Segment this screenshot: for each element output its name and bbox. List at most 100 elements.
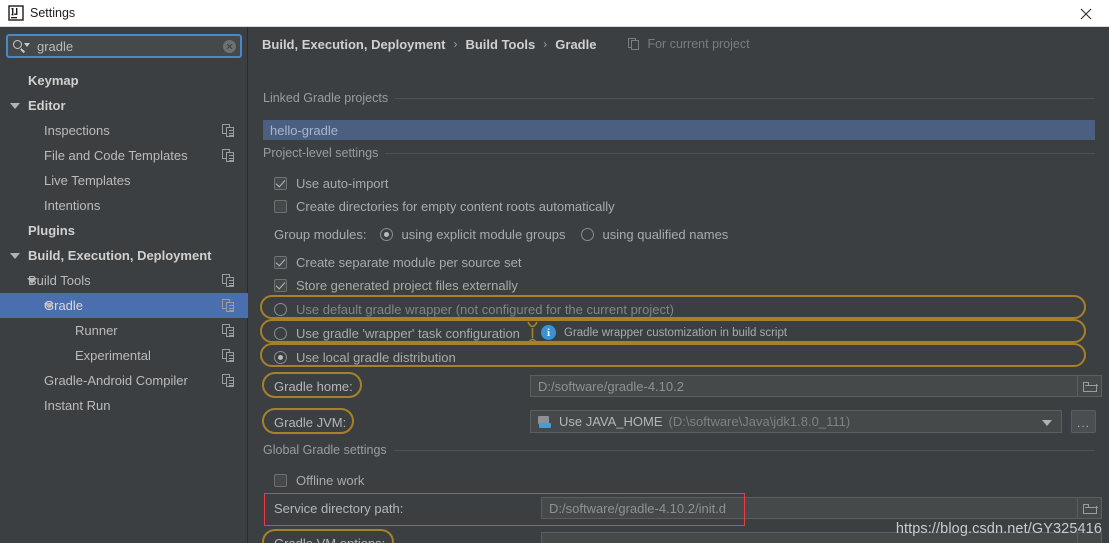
sidebar-item-file-and-code-templates[interactable]: File and Code Templates <box>0 143 248 168</box>
copy-icon <box>222 299 235 312</box>
clear-icon[interactable] <box>218 35 240 57</box>
radio-explicit-module-groups[interactable] <box>379 228 393 241</box>
sidebar-item-gradle-android-compiler[interactable]: Gradle-Android Compiler <box>0 368 248 393</box>
search-field[interactable] <box>6 34 242 58</box>
sidebar-item-live-templates[interactable]: Live Templates <box>0 168 248 193</box>
radio-label: using explicit module groups <box>401 227 566 242</box>
checkbox-box[interactable] <box>274 177 287 190</box>
sidebar-item-build-tools[interactable]: Build Tools <box>0 268 248 293</box>
gradle-jvm-more-button[interactable]: ... <box>1071 410 1096 433</box>
breadcrumb-part-1[interactable]: Build Tools <box>465 37 535 52</box>
sidebar-item-gradle[interactable]: Gradle <box>0 293 248 318</box>
settings-content: Build, Execution, Deployment › Build Too… <box>249 27 1109 543</box>
gradle-jvm-value: Use JAVA_HOME <box>559 414 663 429</box>
checkbox-label: Store generated project files externally <box>296 278 518 293</box>
section-divider <box>393 98 1095 99</box>
group-modules-row: Group modules: using explicit module gro… <box>274 227 728 242</box>
copy-icon <box>628 37 641 51</box>
sidebar-item-instant-run[interactable]: Instant Run <box>0 393 248 418</box>
wrapper-hint: i Gradle wrapper customization in build … <box>541 325 787 340</box>
radio-button[interactable] <box>274 303 287 316</box>
sidebar-item-experimental[interactable]: Experimental <box>0 343 248 368</box>
list-item[interactable]: hello-gradle <box>263 120 1095 140</box>
search-icon <box>13 39 33 53</box>
radio-qualified-names[interactable] <box>580 228 594 241</box>
gradle-jvm-value-detail: (D:\software\Java\jdk1.8.0_111) <box>668 414 851 429</box>
sidebar-item-keymap[interactable]: Keymap <box>0 68 248 93</box>
chevron-down-icon[interactable] <box>10 100 22 112</box>
settings-tree: Keymap Editor Inspections File and Code Tem… <box>0 68 248 418</box>
checkbox-use-auto-import[interactable]: Use auto-import <box>274 176 388 191</box>
section-divider <box>387 450 1095 451</box>
breadcrumb: Build, Execution, Deployment › Build Too… <box>262 34 750 54</box>
radio-use-local-gradle-distribution[interactable]: Use local gradle distribution <box>274 350 456 365</box>
breadcrumb-part-2: Gradle <box>555 36 597 52</box>
section-divider <box>383 153 1095 154</box>
checkbox-label: Create separate module per source set <box>296 255 522 270</box>
copy-icon <box>222 274 235 287</box>
sidebar-item-label: Editor <box>28 98 66 113</box>
info-icon: i <box>541 325 556 340</box>
sidebar-item-plugins[interactable]: Plugins <box>0 218 248 243</box>
copy-icon <box>222 374 235 387</box>
sidebar-item-label: Gradle-Android Compiler <box>44 373 188 388</box>
jdk-icon <box>538 415 553 428</box>
gradle-home-label: Gradle home: <box>274 379 353 394</box>
breadcrumb-part-0[interactable]: Build, Execution, Deployment <box>262 37 445 52</box>
sidebar-item-label: Instant Run <box>44 398 111 413</box>
checkbox-store-generated-files-externally[interactable]: Store generated project files externally <box>274 278 518 293</box>
sidebar-item-label: Plugins <box>28 223 75 238</box>
radio-use-default-gradle-wrapper[interactable]: Use default gradle wrapper (not configur… <box>274 302 674 317</box>
sidebar-item-inspections[interactable]: Inspections <box>0 118 248 143</box>
sidebar-item-label: Experimental <box>75 348 151 363</box>
checkbox-box[interactable] <box>274 279 287 292</box>
sidebar-item-label: Keymap <box>28 73 79 88</box>
chevron-down-icon[interactable] <box>10 250 22 262</box>
intellij-idea-icon <box>8 5 24 21</box>
gradle-jvm-combobox[interactable]: Use JAVA_HOME (D:\software\Java\jdk1.8.0… <box>530 410 1062 433</box>
service-directory-browse-button[interactable] <box>1078 497 1102 519</box>
linked-projects-section-title: Linked Gradle projects <box>263 91 396 105</box>
title-bar: Settings <box>0 0 1109 27</box>
gradle-home-browse-button[interactable] <box>1078 375 1102 397</box>
checkbox-box[interactable] <box>274 256 287 269</box>
gradle-vm-options-label: Gradle VM options: <box>274 536 385 543</box>
copy-icon <box>222 324 235 337</box>
breadcrumb-separator: › <box>453 37 458 51</box>
sidebar-item-label: Live Templates <box>44 173 131 188</box>
close-icon <box>1080 8 1092 19</box>
sidebar-item-runner[interactable]: Runner <box>0 318 248 343</box>
checkbox-create-directories[interactable]: Create directories for empty content roo… <box>274 199 615 214</box>
radio-label: Use gradle 'wrapper' task configuration <box>296 326 520 341</box>
sidebar-item-label: Build, Execution, Deployment <box>28 248 212 263</box>
checkbox-box[interactable] <box>274 474 287 487</box>
chevron-down-icon[interactable] <box>1042 420 1052 426</box>
checkbox-offline-work[interactable]: Offline work <box>274 473 364 488</box>
sidebar-item-label: Inspections <box>44 123 110 138</box>
gradle-jvm-label: Gradle JVM: <box>274 415 347 430</box>
linked-projects-list: hello-gradle <box>263 120 1095 140</box>
sidebar-item-label: Gradle <box>44 298 84 313</box>
sidebar-item-label: Intentions <box>44 198 101 213</box>
radio-button[interactable] <box>274 351 287 364</box>
radio-label: Use local gradle distribution <box>296 350 456 365</box>
close-button[interactable] <box>1063 0 1109 27</box>
checkbox-separate-module-per-source-set[interactable]: Create separate module per source set <box>274 255 521 270</box>
service-directory-path-label: Service directory path: <box>274 501 404 516</box>
scope-note-label: For current project <box>647 37 750 51</box>
service-directory-path-input[interactable]: D:/software/gradle-4.10.2/init.d <box>541 497 1078 519</box>
sidebar-item-build-execution-deployment[interactable]: Build, Execution, Deployment <box>0 243 248 268</box>
scope-note: For current project <box>628 37 750 51</box>
radio-label: Use default gradle wrapper (not configur… <box>296 302 674 317</box>
search-input[interactable] <box>33 38 218 54</box>
checkbox-box[interactable] <box>274 200 287 213</box>
settings-sidebar: Keymap Editor Inspections File and Code Tem… <box>0 27 248 543</box>
sidebar-item-intentions[interactable]: Intentions <box>0 193 248 218</box>
sidebar-item-label: Runner <box>75 323 118 338</box>
radio-button[interactable] <box>274 327 287 340</box>
checkbox-label: Create directories for empty content roo… <box>296 199 615 214</box>
gradle-home-input[interactable]: D:/software/gradle-4.10.2 <box>530 375 1078 397</box>
radio-use-wrapper-task-configuration[interactable]: Use gradle 'wrapper' task configuration <box>274 326 520 341</box>
sidebar-item-editor[interactable]: Editor <box>0 93 248 118</box>
global-settings-section-title: Global Gradle settings <box>263 443 394 457</box>
